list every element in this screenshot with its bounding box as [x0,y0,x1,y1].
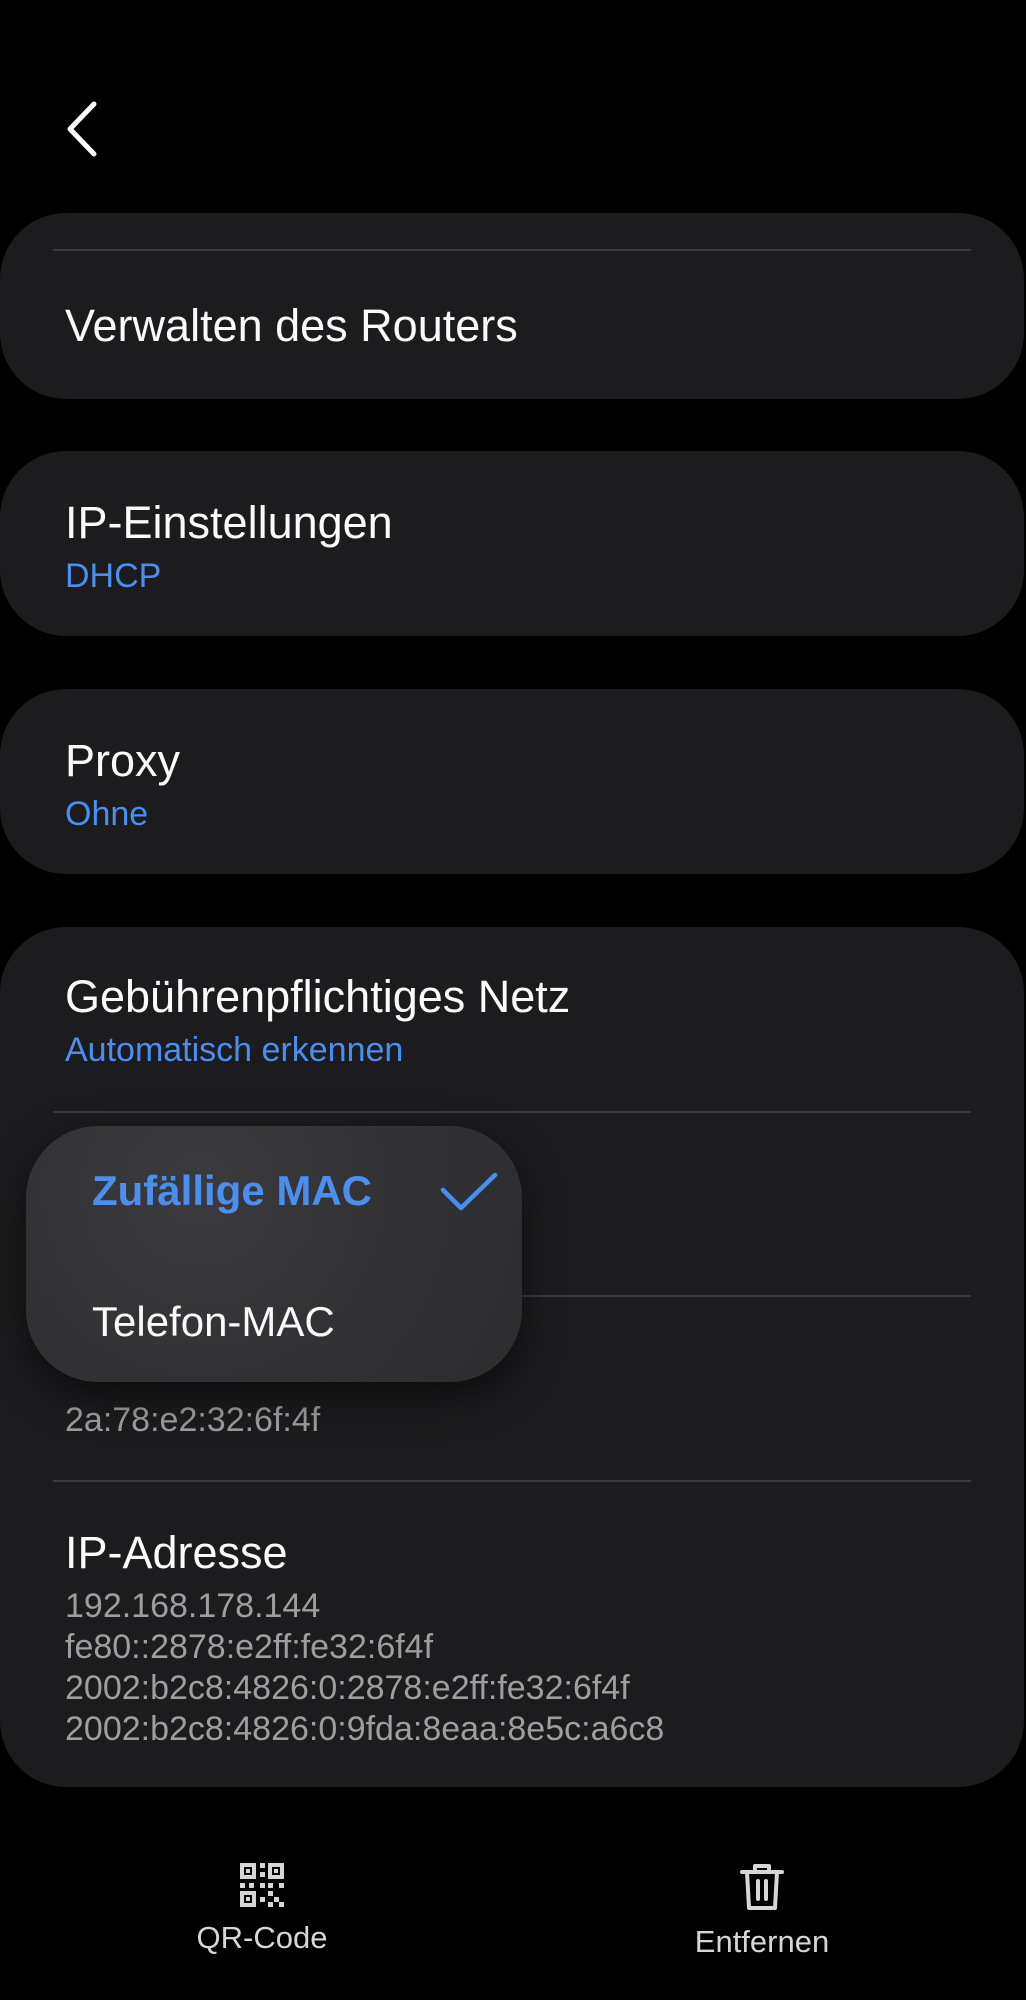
mac-type-popup: Zufällige MAC Telefon-MAC [26,1126,522,1382]
option-random-mac[interactable]: Zufällige MAC [92,1164,498,1234]
ip-address-line: fe80::2878:e2ff:fe32:6f4f [65,1628,434,1666]
qr-code-label: QR-Code [196,1920,328,1955]
trash-icon [740,1864,784,1910]
remove-label: Entfernen [694,1924,830,1959]
metered-network-item[interactable]: Gebührenpflichtiges Netz Automatisch erk… [0,927,1024,1110]
ip-address-line: 192.168.178.144 [65,1587,321,1625]
ip-settings-value: DHCP [65,557,162,595]
chevron-left-icon [67,101,97,157]
router-title: Verwalten des Routers [65,300,518,351]
ip-address-line: 2002:b2c8:4826:0:2878:e2ff:fe32:6f4f [65,1669,630,1707]
mac-address-value: 2a:78:e2:32:6f:4f [65,1401,321,1439]
checkmark-icon [440,1172,498,1211]
divider [53,249,971,251]
option-random-mac-label: Zufällige MAC [92,1167,372,1214]
proxy-title: Proxy [65,735,181,786]
divider [53,1111,971,1113]
router-card[interactable]: Verwalten des Routers [0,213,1024,399]
ip-address-line: 2002:b2c8:4826:0:9fda:8eaa:8e5c:a6c8 [65,1710,665,1748]
proxy-value: Ohne [65,795,149,833]
option-phone-mac[interactable]: Telefon-MAC [92,1296,472,1356]
ip-address-title: IP-Adresse [65,1527,288,1578]
remove-button[interactable]: Entfernen [652,1862,872,1982]
option-phone-mac-label: Telefon-MAC [92,1298,335,1345]
ip-settings-title: IP-Einstellungen [65,497,393,548]
metered-title: Gebührenpflichtiges Netz [65,971,571,1022]
qr-code-icon [240,1863,284,1907]
proxy-item[interactable]: Proxy Ohne [0,689,1024,874]
qr-code-button[interactable]: QR-Code [152,1862,372,1982]
metered-value: Automatisch erkennen [65,1031,404,1069]
divider [53,1480,971,1482]
back-button[interactable] [56,96,112,162]
ip-settings-item[interactable]: IP-Einstellungen DHCP [0,451,1024,636]
